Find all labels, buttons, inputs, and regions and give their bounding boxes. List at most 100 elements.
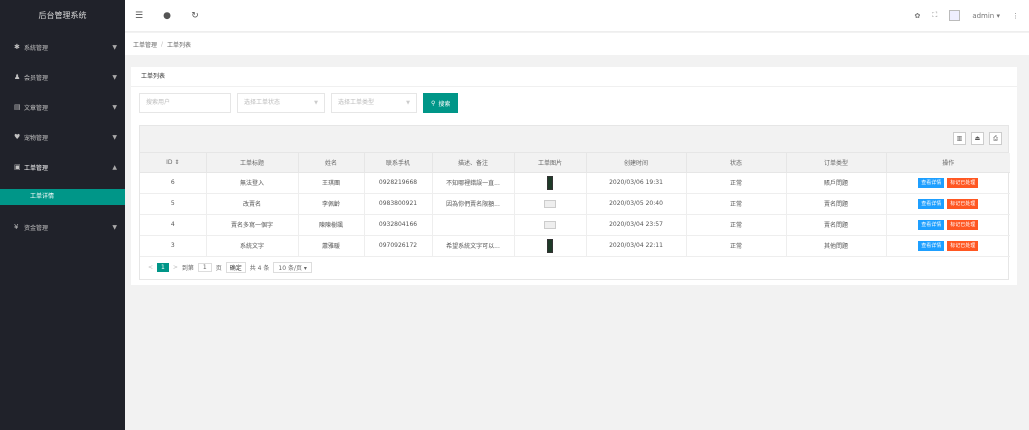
goto-page-input[interactable]: 1 [197,263,212,272]
search-button[interactable]: ⚲ 搜索 [423,93,459,113]
column-header-image: 工单图片 [514,153,587,173]
chat-icon[interactable]: ● [153,11,181,21]
cell-name: 蕭雅暖 [298,235,365,257]
caret-down-icon: ▼ [406,100,410,106]
username: admin [972,11,995,20]
mark-processed-button[interactable]: 标记已处理 [947,219,979,230]
heart-icon: ♥ [14,133,21,141]
sidebar-item-label: 资金管理 [24,224,49,232]
cell-actions: 查看详情 标记已处理 [886,235,1010,257]
pagination: < 1 > 到第 1 页 确定 共 4 条 10 条/页 ▾ [140,257,1008,279]
sidebar-item-pets[interactable]: ♥ 宠物管理 ▼ [0,122,125,152]
view-details-button[interactable]: 查看详情 [918,177,945,188]
sidebar-item-label: 宠物管理 [24,134,49,142]
cell-actions: 查看详情 标记已处理 [886,172,1010,194]
fullscreen-icon[interactable]: ⛶ [932,11,937,20]
column-header-title: 工单标题 [206,153,299,173]
refresh-icon[interactable]: ↻ [181,11,209,21]
view-details-button[interactable]: 查看详情 [918,219,945,230]
status-select[interactable]: 选择工单状态 ▼ [237,93,325,113]
ticket-image-thumbnail[interactable] [547,175,553,190]
caret-down-icon: ▼ [112,73,117,81]
table-row: 4 賣名多寫一個字 陳陳樹颯 0932804166 2020/03/04 23:… [140,214,1010,236]
ticket-list-card: 工单列表 搜索用户 选择工单状态 ▼ 选择工单类型 ▼ ⚲ 搜索 ▥ ⏏ ⎙ I… [131,67,1017,285]
prev-page-button[interactable]: < [148,264,153,271]
ticket-image-thumbnail[interactable] [547,238,553,253]
cell-description: 希望系統文字可以... [432,235,515,257]
image-placeholder-icon[interactable] [544,220,556,229]
cell-phone: 0983800921 [364,193,433,215]
sidebar-subitem-ticket-details[interactable]: 工单详情 [0,189,125,205]
cell-title: 無法登入 [206,172,299,194]
more-icon[interactable]: ⋮ [1012,12,1019,20]
page-size-select[interactable]: 10 条/页 ▾ [273,262,312,273]
app-title: 后台管理系统 [0,0,125,32]
column-header-phone: 联系手机 [364,153,433,173]
cell-created: 2020/03/05 20:40 [586,193,687,215]
status-select-placeholder: 选择工单状态 [244,99,281,106]
caret-up-icon: ▲ [112,163,117,171]
print-icon[interactable]: ⎙ [989,132,1002,145]
cell-image [514,172,587,194]
next-page-button[interactable]: > [173,264,178,271]
breadcrumb-parent[interactable]: 工单管理 [133,40,157,49]
page-number-current[interactable]: 1 [157,263,169,272]
column-header-description: 描述、备注 [432,153,515,173]
sidebar-item-system[interactable]: ✱ 系統管理 ▼ [0,32,125,62]
cell-type: 其他問題 [786,235,887,257]
table-row: 5 改賣名 李佩齡 0983800921 因為你們賣名限額... 2020/03… [140,193,1010,215]
user-search-input[interactable]: 搜索用户 [139,93,231,113]
cell-description: 不知哪裡錯誤一直... [432,172,515,194]
mark-processed-button[interactable]: 标记已处理 [947,240,979,251]
yen-icon: ¥ [14,223,19,231]
sidebar-item-label: 文章管理 [24,104,49,112]
cell-phone: 0928219668 [364,172,433,194]
theme-icon[interactable]: ✿ [915,12,921,20]
column-header-created: 创建时间 [586,153,687,173]
breadcrumb-current: 工单列表 [167,41,192,49]
cell-title: 改賣名 [206,193,299,215]
document-icon: ▤ [14,103,21,111]
export-icon[interactable]: ⏏ [971,132,984,145]
breadcrumb: 工单管理 / 工单列表 [125,33,1029,55]
menu-toggle-icon[interactable]: ☰ [125,11,153,21]
user-menu[interactable]: admin ▾ [972,12,1000,20]
image-placeholder-icon[interactable] [544,199,556,208]
cell-id: 4 [140,214,207,236]
page-unit-label: 页 [215,265,222,272]
columns-filter-icon[interactable]: ▥ [953,132,966,145]
cell-created: 2020/03/06 19:31 [586,172,687,194]
table-row: 6 無法登入 王琪團 0928219668 不知哪裡錯誤一直... 2020/0… [140,172,1010,194]
sidebar-item-label: 工单管理 [24,164,49,172]
table-toolbar: ▥ ⏏ ⎙ [140,126,1008,153]
mark-processed-button[interactable]: 标记已处理 [947,177,979,188]
cell-status: 正常 [686,172,787,194]
goto-confirm-button[interactable]: 确定 [225,262,246,273]
cell-name: 李佩齡 [298,193,365,215]
sidebar-item-funds[interactable]: ¥ 资金管理 ▼ [0,212,125,242]
cell-description: 因為你們賣名限額... [432,193,515,215]
view-details-button[interactable]: 查看详情 [918,240,945,251]
cell-actions: 查看详情 标记已处理 [886,214,1010,236]
cell-type: 賣名問題 [786,193,887,215]
filter-bar: 搜索用户 选择工单状态 ▼ 选择工单类型 ▼ ⚲ 搜索 [139,93,459,113]
cell-type: 賣名問題 [786,214,887,236]
ticket-table: ▥ ⏏ ⎙ ID ⇕ 工单标题 姓名 联系手机 描述、备注 工单图片 创建时间 [139,125,1010,280]
cell-status: 正常 [686,235,787,257]
mark-processed-button[interactable]: 标记已处理 [947,198,979,209]
cell-title: 賣名多寫一個字 [206,214,299,236]
avatar [949,10,961,21]
sidebar-item-articles[interactable]: ▤ 文章管理 ▼ [0,92,125,122]
caret-down-icon: ▼ [112,223,117,231]
sidebar-item-members[interactable]: ♟ 会员管理 ▼ [0,62,125,92]
ticket-icon: ▣ [14,163,21,171]
caret-down-icon: ▼ [112,133,117,141]
type-select-placeholder: 选择工单类型 [338,99,375,106]
sidebar-item-tickets[interactable]: ▣ 工单管理 ▲ [0,152,125,182]
cell-phone: 0970926172 [364,235,433,257]
cell-id: 6 [140,172,207,194]
view-details-button[interactable]: 查看详情 [918,198,945,209]
type-select[interactable]: 选择工单类型 ▼ [331,93,417,113]
column-header-id[interactable]: ID ⇕ [140,153,207,173]
cell-id: 3 [140,235,207,257]
